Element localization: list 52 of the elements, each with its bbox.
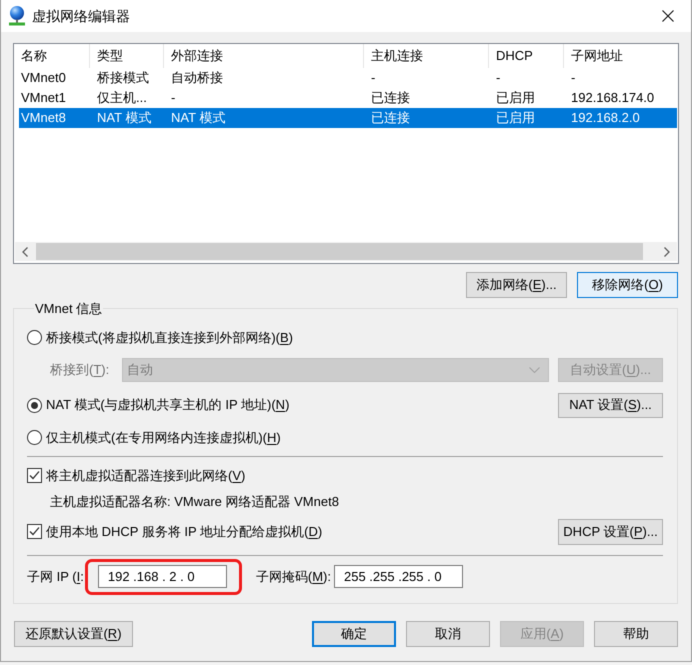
checkbox[interactable]	[27, 468, 42, 483]
table-cell-text: 已连接	[370, 109, 411, 128]
list-action-button[interactable]: 添加网络(E)...	[466, 272, 567, 298]
radio-button[interactable]	[27, 398, 42, 412]
dialog-button[interactable]: 帮助	[594, 620, 678, 646]
table-cell-text: -	[370, 69, 376, 88]
radio-label[interactable]: 仅主机模式(在专用网络内连接虚拟机)(H)	[46, 428, 281, 448]
chevron-right-icon[interactable]	[664, 246, 670, 256]
dialog-button[interactable]: 取消	[406, 620, 490, 646]
adapter-name-text: 主机虚拟适配器名称: VMware 网络适配器 VMnet8	[50, 492, 339, 510]
ip-address-field[interactable]: 192 .168 . 2 . 0	[98, 565, 227, 588]
table-cell-text: 192.168.2.0	[570, 109, 641, 128]
table-cell-text: -	[170, 89, 176, 108]
close-icon	[662, 10, 674, 22]
horizontal-scrollbar[interactable]	[15, 242, 677, 261]
window-title: 虚拟网络编辑器	[32, 6, 130, 26]
table-cell-text: 已启用	[495, 89, 536, 108]
table-cell-text: VMnet0	[20, 69, 67, 88]
chevron-left-icon[interactable]	[22, 246, 28, 256]
table-cell-text: 192.168.174.0	[570, 89, 656, 108]
table-cell-text: 桥接模式	[96, 69, 150, 88]
table-cell-text: 已连接	[370, 89, 411, 108]
checkbox-label[interactable]: 使用本地 DHCP 服务将 IP 地址分配给虚拟机(D)	[46, 522, 322, 542]
table-cell-text: -	[495, 69, 502, 88]
checkbox[interactable]	[27, 524, 42, 539]
column-header[interactable]: 子网地址	[564, 44, 678, 68]
field-label: 子网 IP (I:	[27, 568, 84, 586]
checkbox-label[interactable]: 将主机虚拟适配器连接到此网络(V)	[46, 466, 246, 486]
field-label: 子网掩码(M):	[256, 568, 331, 586]
table-cell-text: 已启用	[495, 109, 536, 128]
table-cell-text: NAT 模式	[170, 109, 226, 128]
table-cell-text: NAT 模式	[96, 109, 152, 128]
subnet-mask-field[interactable]: 255 .255 .255 . 0	[334, 565, 463, 588]
table-cell-text: VMnet1	[20, 89, 67, 108]
scrollbar-thumb[interactable]	[36, 243, 643, 260]
list-action-button[interactable]: 移除网络(O)	[577, 272, 678, 298]
table-cell-text: 仅主机...	[96, 89, 148, 108]
field-label: 桥接到(T):	[50, 360, 110, 379]
radio-button[interactable]	[27, 430, 42, 445]
settings-button[interactable]: NAT 设置(S)...	[558, 392, 663, 418]
dialog-button[interactable]: 确定	[312, 620, 396, 646]
restore-defaults-button[interactable]: 还原默认设置(R)	[14, 620, 133, 646]
radio-button[interactable]	[27, 330, 42, 345]
settings-button[interactable]: DHCP 设置(P)...	[558, 518, 663, 544]
radio-label[interactable]: 桥接模式(将虚拟机直接连接到外部网络)(B)	[46, 328, 294, 348]
table-cell-text: 自动桥接	[170, 69, 224, 88]
table-cell-text: VMnet8	[20, 109, 67, 128]
table-row[interactable]: VMnet8 NAT 模式 NAT 模式 已连接 已启用 192.168.2.0	[19, 108, 677, 128]
group-title: VMnet 信息	[34, 300, 104, 318]
radio-label[interactable]: NAT 模式(与虚拟机共享主机的 IP 地址)(N)	[46, 395, 290, 415]
table-cell-text: -	[570, 69, 576, 88]
globe-icon	[8, 6, 26, 26]
